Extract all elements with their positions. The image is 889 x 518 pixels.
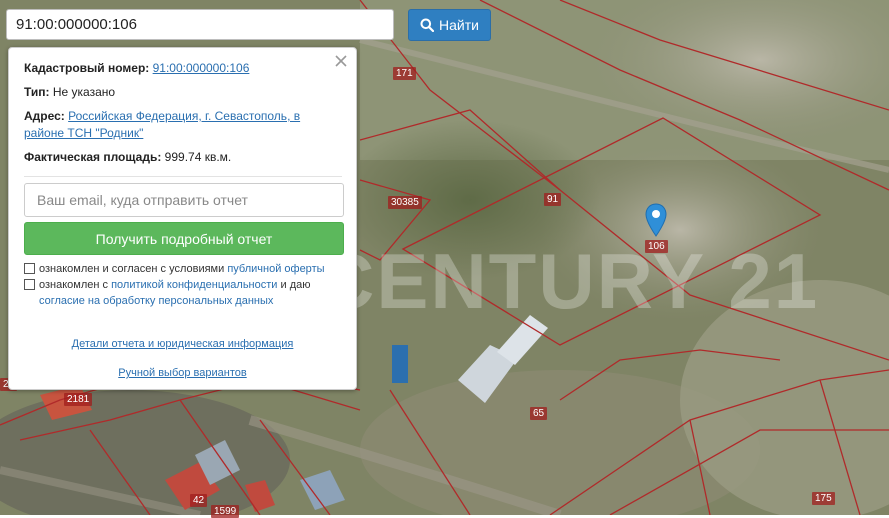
- manual-link-wrap: Ручной выбор вариантов: [9, 367, 356, 379]
- get-report-button[interactable]: Получить подробный отчет: [24, 222, 344, 255]
- details-link-wrap: Детали отчета и юридическая информация: [9, 338, 356, 350]
- offer-consent-text: ознакомлен и согласен с условиями публич…: [39, 261, 325, 277]
- privacy-consent-mid: и даю: [280, 279, 311, 291]
- public-offer-link[interactable]: публичной оферты: [227, 263, 324, 275]
- personal-data-consent-link[interactable]: согласие на обработку персональных данны…: [39, 295, 273, 307]
- parcel-label[interactable]: 2181: [64, 393, 93, 406]
- privacy-consent-label: ознакомлен с: [39, 279, 109, 291]
- cadastral-search-input[interactable]: [6, 9, 394, 40]
- map-marker-icon[interactable]: [644, 203, 668, 237]
- area-label: Фактическая площадь:: [24, 150, 162, 164]
- privacy-consent-row: ознакомлен с политикой конфиденциальност…: [24, 277, 342, 309]
- privacy-consent-text: ознакомлен с политикой конфиденциальност…: [39, 277, 342, 309]
- close-icon[interactable]: [333, 53, 349, 69]
- parcel-label[interactable]: 171: [393, 67, 416, 80]
- type-label: Тип:: [24, 85, 50, 99]
- parcel-label[interactable]: 91: [544, 193, 562, 206]
- cadastral-number-row: Кадастровый номер: 91:00:000000:106: [24, 60, 342, 77]
- offer-consent-checkbox[interactable]: [24, 263, 35, 274]
- address-link[interactable]: Российская Федерация, г. Севастополь, в …: [24, 109, 300, 140]
- parcel-label[interactable]: 42: [190, 494, 208, 507]
- area-row: Фактическая площадь: 999.74 кв.м.: [24, 149, 342, 166]
- privacy-consent-checkbox[interactable]: [24, 279, 35, 290]
- privacy-policy-link[interactable]: политикой конфиденциальности: [111, 279, 277, 291]
- address-row: Адрес: Российская Федерация, г. Севастоп…: [24, 108, 342, 142]
- offer-consent-row: ознакомлен и согласен с условиями публич…: [24, 261, 342, 277]
- cadastral-number-label: Кадастровый номер:: [24, 61, 150, 75]
- parcel-info-popup: Кадастровый номер: 91:00:000000:106 Тип:…: [8, 47, 357, 390]
- email-field[interactable]: [24, 183, 344, 217]
- search-button-label: Найти: [439, 17, 479, 33]
- report-details-link[interactable]: Детали отчета и юридическая информация: [72, 338, 294, 350]
- selected-parcel-label[interactable]: 106: [645, 240, 668, 253]
- parcel-label[interactable]: 30385: [388, 196, 422, 209]
- area-value: 999.74 кв.м.: [164, 150, 232, 164]
- parcel-label[interactable]: 65: [530, 407, 548, 420]
- offer-consent-label: ознакомлен и согласен с условиями: [39, 263, 225, 275]
- parcel-label[interactable]: 175: [812, 492, 835, 505]
- address-label: Адрес:: [24, 109, 65, 123]
- type-row: Тип: Не указано: [24, 84, 342, 101]
- cadastral-number-link[interactable]: 91:00:000000:106: [153, 61, 250, 75]
- manual-selection-link[interactable]: Ручной выбор вариантов: [118, 367, 246, 379]
- search-icon: [420, 18, 435, 32]
- parcel-label[interactable]: 1599: [211, 505, 240, 518]
- century21-watermark: CENTURY 21: [318, 237, 820, 325]
- type-value: Не указано: [52, 85, 116, 99]
- search-button[interactable]: Найти: [408, 9, 491, 41]
- divider: [24, 176, 342, 177]
